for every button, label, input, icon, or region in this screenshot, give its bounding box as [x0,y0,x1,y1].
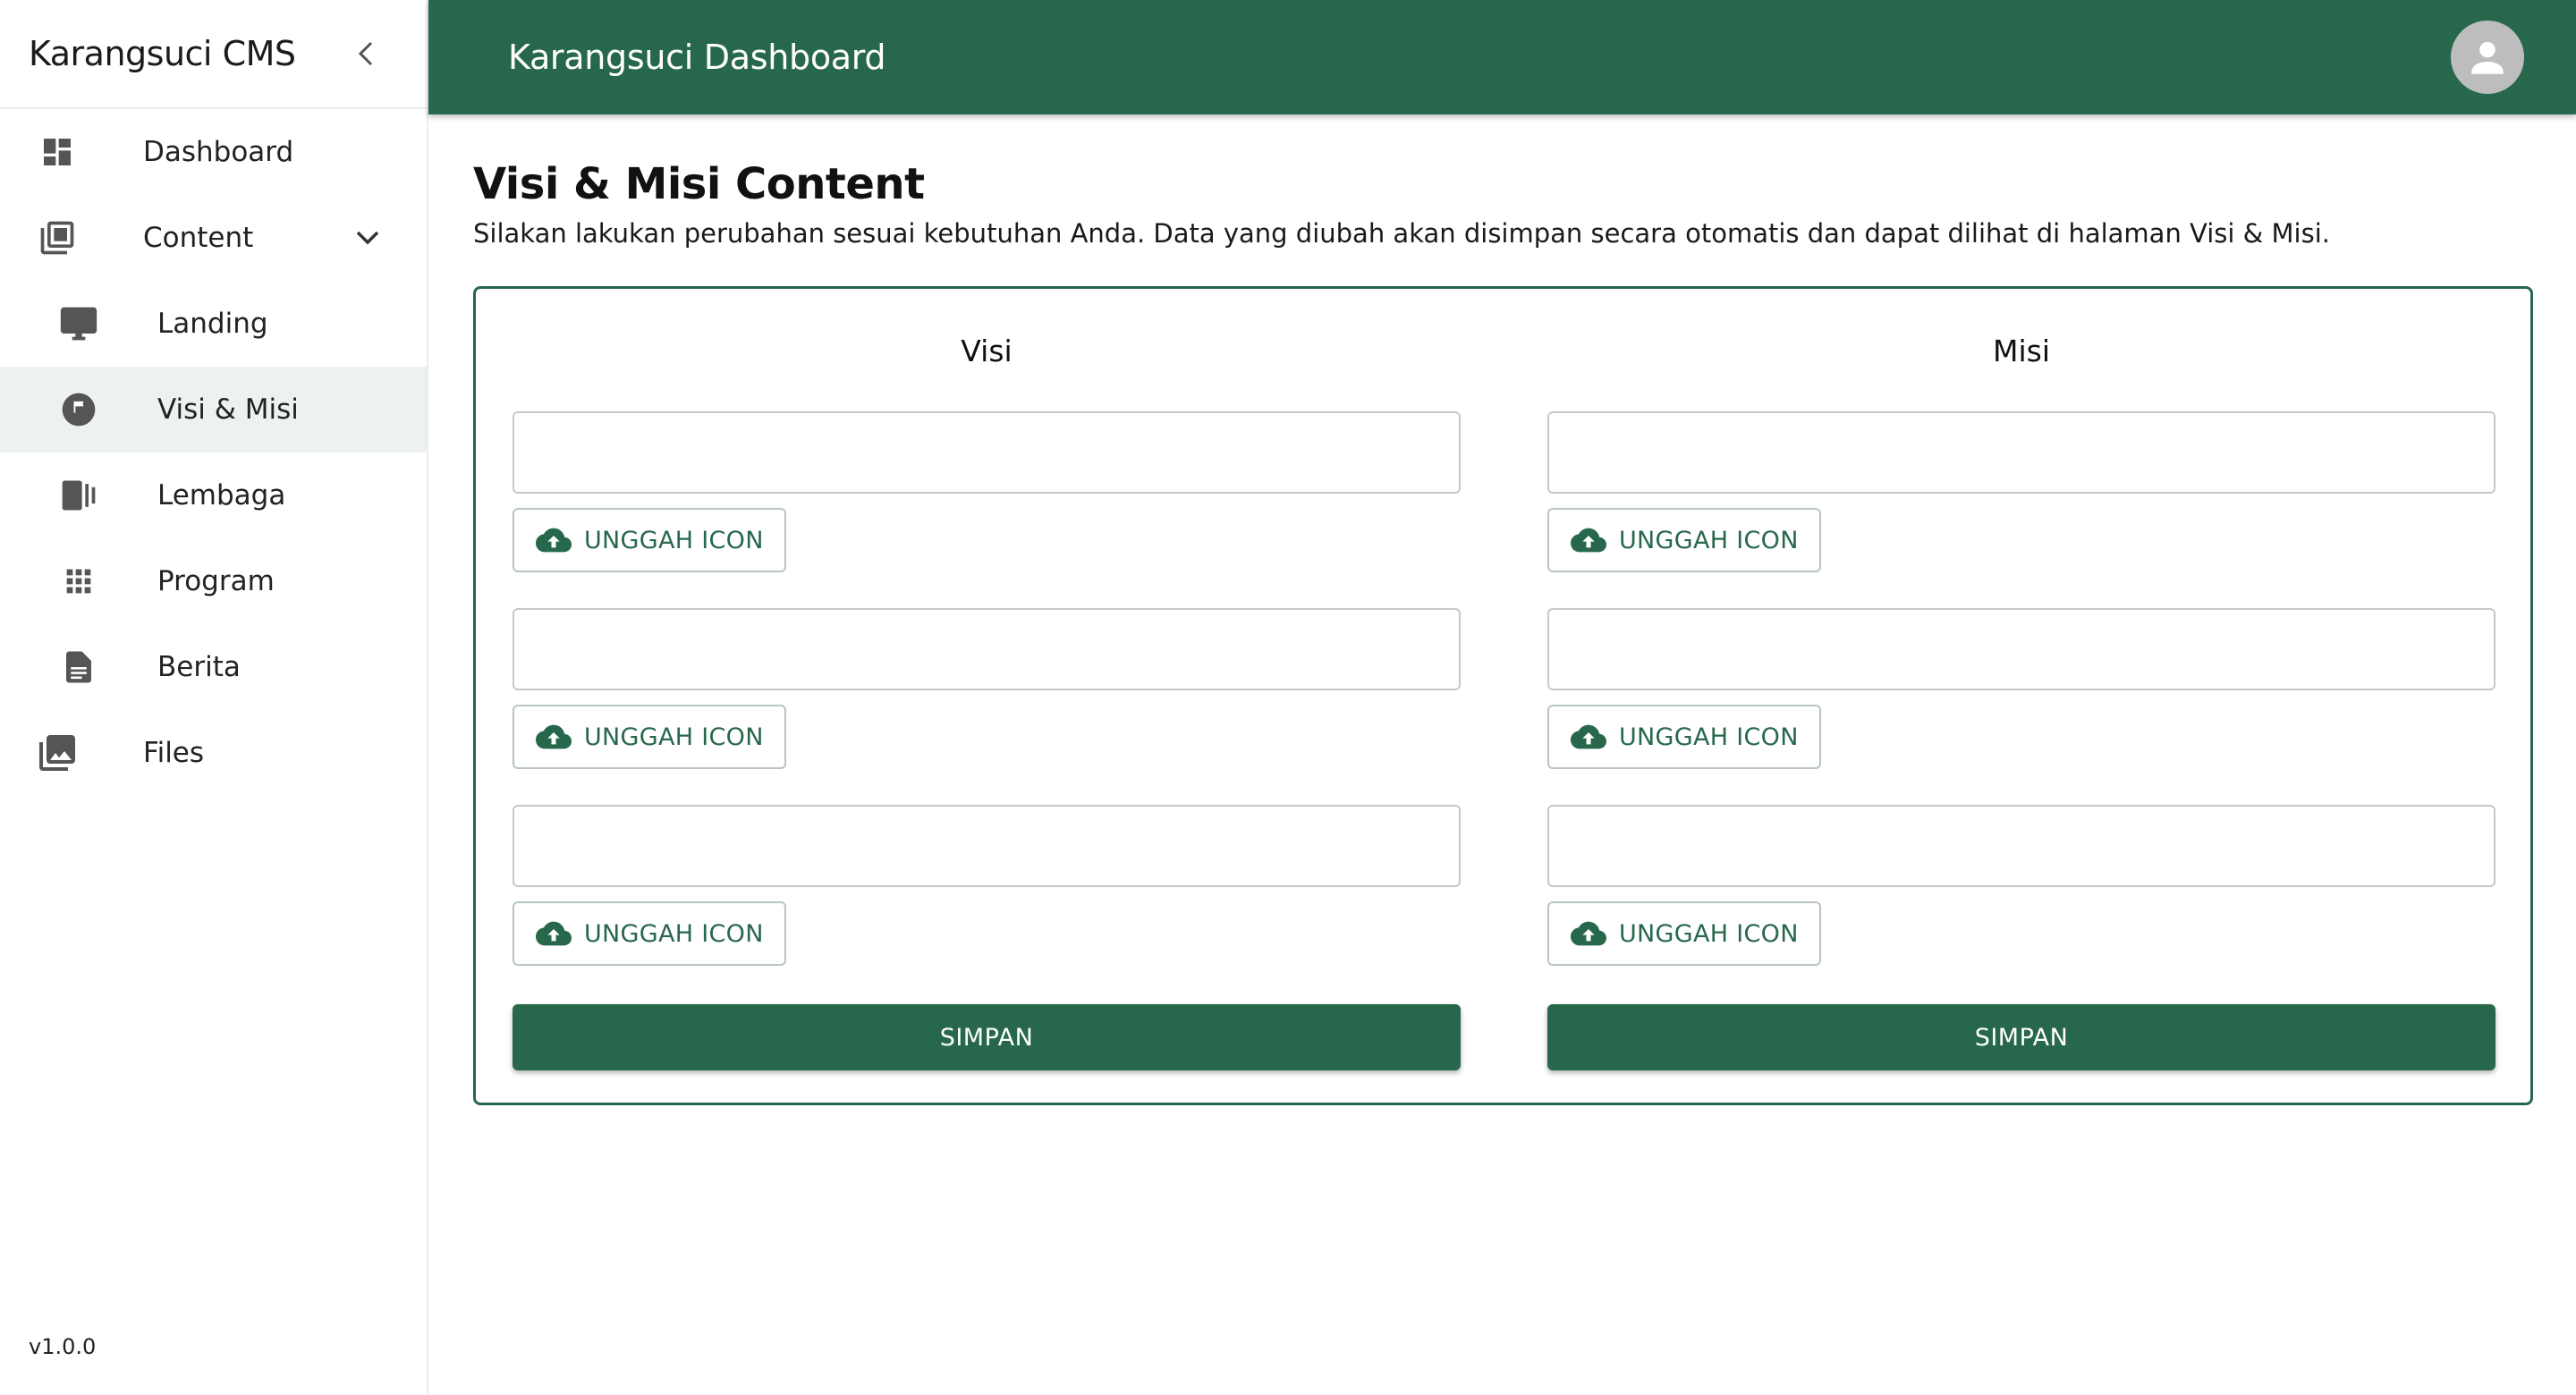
dashboard-title: Karangsuci Dashboard [508,38,886,77]
sidebar: Karangsuci CMS Dashboard Content Landing… [0,0,428,1395]
sidebar-item-berita[interactable]: Berita [0,624,427,710]
flag-circle-icon [57,388,100,431]
upload-label: UNGGAH ICON [584,723,764,751]
brand-title: Karangsuci CMS [29,34,296,73]
sidebar-item-label: Lembaga [157,479,286,512]
visi-title: Visi [961,334,1013,368]
sidebar-item-landing[interactable]: Landing [0,281,427,367]
sidebar-item-lembaga[interactable]: Lembaga [0,452,427,538]
page-description: Silakan lakukan perubahan sesuai kebutuh… [473,218,2330,249]
sidebar-item-label: Visi & Misi [157,393,299,426]
page-title: Visi & Misi Content [473,159,925,209]
visi-upload-icon-button-2[interactable]: UNGGAH ICON [513,705,786,769]
sidebar-item-label: Program [157,565,275,597]
visi-misi-form-card: Visi UNGGAH ICON UNGGAH ICON UNGGAH ICON… [473,286,2533,1105]
avatar[interactable] [2451,21,2524,94]
chevron-down-icon[interactable] [352,222,384,254]
misi-field-1[interactable] [1547,411,2496,494]
visi-field-1[interactable] [513,411,1461,494]
photo-library-icon [36,731,79,774]
upload-label: UNGGAH ICON [1619,723,1799,751]
collapse-sidebar-button[interactable] [348,36,384,72]
sidebar-item-dashboard[interactable]: Dashboard [0,109,427,195]
version-label: v1.0.0 [29,1334,97,1359]
misi-save-button[interactable]: SIMPAN [1547,1004,2496,1070]
upload-label: UNGGAH ICON [1619,526,1799,554]
visi-save-button[interactable]: SIMPAN [513,1004,1461,1070]
sidebar-item-visi-misi[interactable]: Visi & Misi [0,367,427,452]
cloud-upload-icon [1571,522,1606,558]
cloud-upload-icon [536,916,572,951]
misi-title: Misi [1992,334,2050,368]
misi-field-3[interactable] [1547,805,2496,887]
library-icon [36,216,79,259]
account-icon [2471,41,2504,74]
article-icon [57,646,100,689]
top-bar: Karangsuci Dashboard [428,0,2576,114]
sidebar-item-content[interactable]: Content [0,195,427,281]
misi-upload-icon-button-3[interactable]: UNGGAH ICON [1547,901,1821,966]
misi-field-2[interactable] [1547,608,2496,690]
upload-label: UNGGAH ICON [584,526,764,554]
monitor-icon [57,302,100,345]
cloud-upload-icon [1571,719,1606,755]
sidebar-item-files[interactable]: Files [0,710,427,796]
apps-grid-icon [57,560,100,603]
upload-label: UNGGAH ICON [584,919,764,948]
sidebar-item-label: Landing [157,308,268,340]
visi-field-3[interactable] [513,805,1461,887]
misi-upload-icon-button-1[interactable]: UNGGAH ICON [1547,508,1821,572]
chevron-left-icon [358,41,373,66]
sidebar-item-label: Content [143,222,254,254]
sidebar-item-label: Files [143,737,205,769]
sidebar-item-label: Dashboard [143,136,294,168]
visi-upload-icon-button-1[interactable]: UNGGAH ICON [513,508,786,572]
building-panel-icon [57,474,100,517]
misi-upload-icon-button-2[interactable]: UNGGAH ICON [1547,705,1821,769]
cloud-upload-icon [536,522,572,558]
sidebar-item-label: Berita [157,651,241,683]
visi-field-2[interactable] [513,608,1461,690]
visi-upload-icon-button-3[interactable]: UNGGAH ICON [513,901,786,966]
cloud-upload-icon [536,719,572,755]
sidebar-header: Karangsuci CMS [0,0,427,109]
sidebar-item-program[interactable]: Program [0,538,427,624]
dashboard-icon [36,131,79,173]
cloud-upload-icon [1571,916,1606,951]
upload-label: UNGGAH ICON [1619,919,1799,948]
